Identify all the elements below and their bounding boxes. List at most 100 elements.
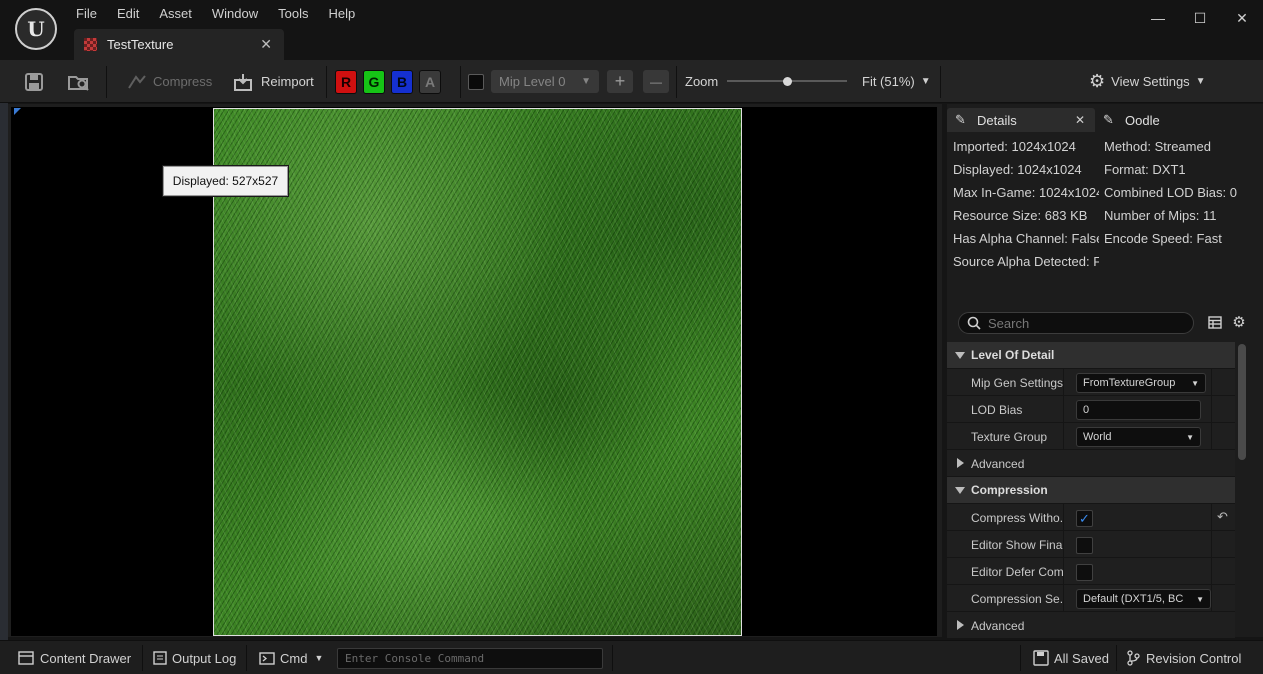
statusbar-separator — [142, 645, 143, 671]
dropdown-value: World — [1083, 431, 1112, 443]
settings-gear-icon[interactable]: ⚙ — [1230, 313, 1248, 331]
column-divider — [1211, 369, 1212, 396]
menu-window[interactable]: Window — [202, 4, 268, 24]
cmd-dropdown[interactable]: Cmd ▼ — [259, 641, 323, 674]
table-view-icon[interactable] — [1206, 313, 1224, 331]
section-title: Compression — [971, 483, 1048, 497]
menu-help[interactable]: Help — [318, 4, 365, 24]
mip-gen-settings-dropdown[interactable]: FromTextureGroup ▼ — [1076, 373, 1206, 393]
details-search-input[interactable]: Search — [958, 312, 1194, 334]
all-saved-button[interactable]: All Saved — [1033, 641, 1109, 674]
window-left-edge — [0, 60, 8, 640]
compression-advanced-expander[interactable]: Advanced — [947, 612, 1235, 639]
column-divider — [1211, 585, 1212, 612]
reimport-label: Reimport — [261, 74, 314, 89]
close-tab-icon[interactable]: ✕ — [260, 36, 272, 53]
maximize-button[interactable]: ☐ — [1179, 4, 1221, 32]
content-drawer-label: Content Drawer — [40, 650, 132, 666]
info-has-alpha: Has Alpha Channel: False — [953, 231, 1099, 246]
editor-show-final-checkbox[interactable] — [1076, 537, 1093, 554]
browse-folder-icon — [68, 75, 89, 91]
background-color-swatch[interactable] — [468, 60, 484, 103]
editor-defer-compression-checkbox[interactable] — [1076, 564, 1093, 581]
property-texture-group: Texture Group World ▼ — [947, 423, 1235, 450]
menu-edit[interactable]: Edit — [107, 4, 149, 24]
reimport-button[interactable]: Reimport — [233, 60, 314, 103]
compress-button[interactable]: Compress — [126, 60, 212, 103]
save-button[interactable] — [24, 60, 44, 103]
mip-increase-button[interactable]: + — [607, 60, 633, 103]
info-number-of-mips: Number of Mips: 11 — [1104, 208, 1217, 223]
close-window-button[interactable]: ✕ — [1221, 4, 1263, 32]
menu-bar: File Edit Asset Window Tools Help — [66, 4, 365, 24]
tab-oodle-label: Oodle — [1125, 112, 1160, 128]
green-channel-toggle[interactable]: G — [363, 69, 385, 94]
menu-asset[interactable]: Asset — [149, 4, 202, 24]
advanced-label: Advanced — [971, 619, 1025, 633]
output-log-icon — [153, 651, 167, 665]
status-bar: Content Drawer Output Log Cmd ▼ Enter Co… — [0, 640, 1263, 674]
displayed-size-tooltip: Displayed: 527x527 — [162, 165, 289, 197]
section-title: Level Of Detail — [971, 348, 1055, 362]
section-level-of-detail[interactable]: Level Of Detail — [947, 342, 1235, 369]
column-divider — [1063, 558, 1064, 585]
info-method: Method: Streamed — [1104, 139, 1211, 154]
lod-bias-input[interactable]: 0 — [1076, 400, 1201, 420]
column-divider — [1063, 396, 1064, 423]
content-drawer-button[interactable]: Content Drawer — [18, 641, 131, 674]
statusbar-separator — [612, 645, 613, 671]
minimize-button[interactable]: — — [1137, 4, 1179, 32]
compression-settings-dropdown[interactable]: Default (DXT1/5, BC ▼ — [1076, 589, 1211, 609]
expand-arrow-icon — [957, 620, 964, 630]
toolbar-separator — [326, 66, 327, 98]
blue-channel-toggle[interactable]: B — [391, 69, 413, 94]
chevron-down-icon: ▼ — [1196, 594, 1204, 604]
menu-tools[interactable]: Tools — [268, 4, 318, 24]
property-editor-show-final: Editor Show Fina... — [947, 531, 1235, 558]
red-channel-toggle[interactable]: R — [335, 69, 357, 94]
close-icon[interactable]: ✕ — [1075, 113, 1085, 127]
fit-zoom-dropdown[interactable]: Fit (51%) ▼ — [862, 60, 931, 103]
zoom-label: Zoom — [685, 60, 718, 103]
browse-to-asset-button[interactable] — [67, 60, 91, 103]
tab-details[interactable]: ✎ Details ✕ — [947, 108, 1095, 132]
info-resource-size: Resource Size: 683 KB — [953, 208, 1088, 223]
window-controls: — ☐ ✕ — [1137, 4, 1263, 32]
texture-preview[interactable] — [213, 108, 742, 636]
reset-to-default-icon[interactable]: ↶ — [1217, 509, 1228, 525]
info-imported: Imported: 1024x1024 — [953, 139, 1076, 154]
zoom-slider-handle[interactable] — [782, 77, 792, 86]
section-compression[interactable]: Compression — [947, 477, 1235, 504]
toolbar-separator — [676, 66, 677, 98]
save-icon — [25, 72, 43, 91]
chevron-down-icon: ▼ — [920, 76, 931, 87]
dropdown-value: Default (DXT1/5, BC — [1083, 593, 1184, 605]
details-scrollbar[interactable] — [1238, 344, 1246, 460]
chevron-down-icon: ▼ — [1195, 76, 1206, 87]
checkmark-icon: ✓ — [1079, 510, 1090, 526]
all-saved-label: All Saved — [1054, 650, 1109, 666]
tab-oodle[interactable]: ✎ Oodle — [1103, 108, 1160, 132]
property-lod-bias: LOD Bias 0 — [947, 396, 1235, 423]
compress-without-alpha-checkbox[interactable]: ✓ — [1076, 510, 1093, 527]
property-label: Mip Gen Settings — [971, 376, 1063, 390]
view-settings-button[interactable]: ⚙ View Settings ▼ — [1089, 60, 1206, 103]
document-tab[interactable]: TestTexture ✕ — [74, 29, 284, 60]
pencil-icon: ✎ — [1103, 112, 1114, 127]
chevron-down-icon: ▼ — [314, 653, 324, 663]
revision-control-icon — [1127, 650, 1140, 666]
menu-file[interactable]: File — [66, 4, 107, 24]
alpha-channel-toggle[interactable]: A — [419, 69, 441, 94]
revision-control-button[interactable]: Revision Control — [1126, 641, 1241, 674]
column-divider — [1211, 423, 1212, 450]
mip-level-dropdown[interactable]: Mip Level 0 ▼ — [491, 60, 599, 103]
property-label: Compress Witho... — [971, 511, 1063, 525]
column-divider — [1211, 504, 1212, 531]
texture-group-dropdown[interactable]: World ▼ — [1076, 427, 1201, 447]
console-command-input[interactable]: Enter Console Command — [337, 648, 603, 669]
mip-decrease-button[interactable]: — — [643, 60, 669, 103]
unreal-logo-icon[interactable]: U — [15, 8, 57, 50]
lod-advanced-expander[interactable]: Advanced — [947, 450, 1235, 477]
chevron-down-icon: ▼ — [1191, 378, 1199, 388]
output-log-button[interactable]: Output Log — [153, 641, 236, 674]
